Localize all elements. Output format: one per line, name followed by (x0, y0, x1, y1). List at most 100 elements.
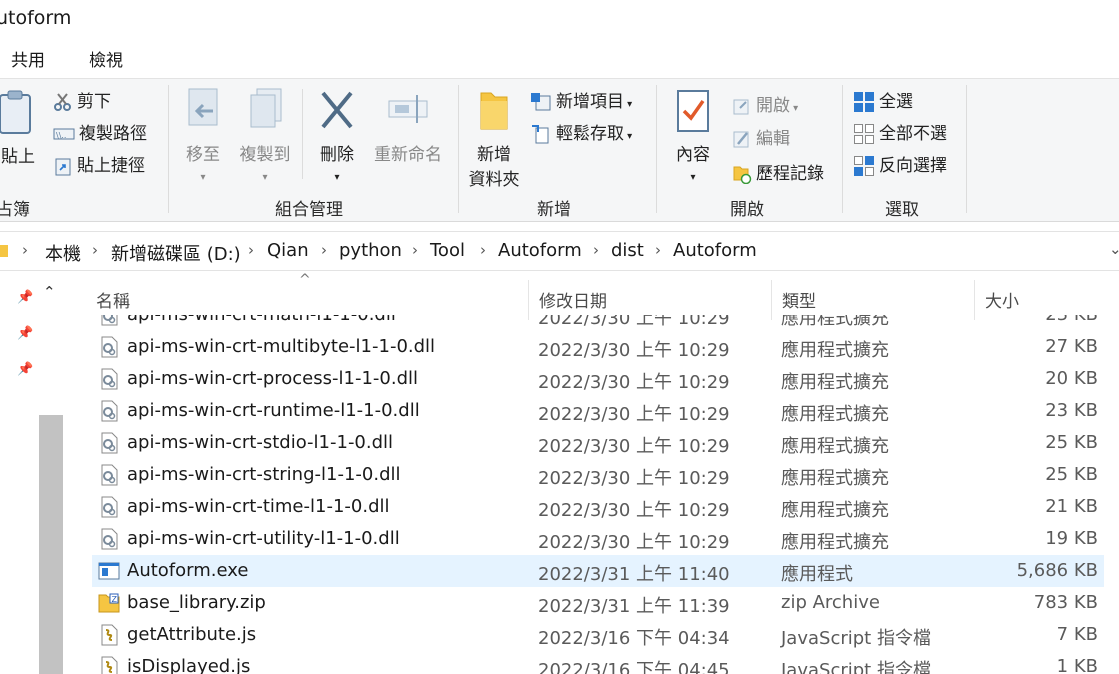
svg-text:\\..: \\.. (56, 131, 66, 140)
file-row[interactable]: api-ms-win-crt-process-l1-1-0.dll 2022/3/… (92, 363, 1104, 395)
column-divider[interactable] (771, 280, 772, 320)
easy-access-button[interactable]: 輕鬆存取 ▾ (530, 119, 632, 144)
file-date: 2022/3/31 上午 11:39 (538, 596, 730, 617)
dll-icon (98, 464, 120, 486)
file-row[interactable]: getAttribute.js 2022/3/16 下午 04:34 JavaScr… (92, 619, 1104, 651)
copy-path-button[interactable]: \\.. 複製路徑 (53, 119, 147, 144)
properties-label: 內容 (676, 145, 710, 165)
move-to-button[interactable]: 移至 ▾ (180, 87, 226, 185)
file-list: api-ms-win-crt-math-l1-1-0.dll 2022/3/30 … (92, 315, 1104, 674)
file-date: 2022/3/30 上午 10:29 (538, 532, 730, 553)
copy-to-button[interactable]: 複製到 ▾ (236, 87, 294, 185)
new-item-button[interactable]: 新增項目 ▾ (530, 87, 632, 112)
dll-icon (98, 496, 120, 518)
file-row[interactable]: api-ms-win-crt-math-l1-1-0.dll 2022/3/30 … (92, 315, 1104, 331)
properties-button[interactable]: 內容 ▾ (668, 89, 718, 185)
paste-button[interactable]: 貼上 (0, 89, 36, 167)
history-icon (733, 166, 752, 185)
breadcrumb-dist[interactable]: dist (611, 240, 644, 261)
address-bar[interactable]: › 本機 › 新增磁碟區 (D:) › Qian › python › Tool… (0, 231, 1119, 271)
easy-access-label: 輕鬆存取 (556, 124, 624, 144)
new-folder-label-2: 資料夾 (468, 170, 520, 190)
history-button[interactable]: 歷程記錄 (732, 159, 824, 185)
file-type: 應用程式擴充 (781, 340, 889, 361)
file-size: 1 KB (1056, 656, 1098, 674)
delete-label: 刪除 (320, 145, 354, 165)
breadcrumb-autoform[interactable]: Autoform (498, 240, 582, 261)
file-type: 應用程式擴充 (781, 404, 889, 425)
chevron-right-icon: › (22, 241, 28, 259)
file-size: 25 KB (1045, 432, 1098, 453)
copy-path-icon: \\.. (53, 128, 75, 140)
ribbon-divider (656, 85, 657, 213)
column-header-name[interactable]: 名稱 (96, 287, 130, 312)
chevron-right-icon: › (248, 241, 254, 259)
new-item-label: 新增項目 (556, 92, 624, 112)
pin-icon[interactable]: 📌 (17, 326, 33, 341)
column-header-size[interactable]: 大小 (985, 287, 1019, 312)
cut-button[interactable]: 剪下 (53, 87, 111, 112)
file-row[interactable]: api-ms-win-crt-time-l1-1-0.dll 2022/3/30 … (92, 491, 1104, 523)
select-none-label: 全部不選 (879, 124, 947, 144)
copy-to-label: 複製到 (239, 145, 291, 165)
breadcrumb-this-pc[interactable]: 本機 (45, 240, 81, 266)
file-type: 應用程式擴充 (781, 500, 889, 521)
breadcrumb-tool[interactable]: Tool (430, 240, 465, 261)
breadcrumb-drive-d[interactable]: 新增磁碟區 (D:) (111, 240, 241, 266)
open-button[interactable]: 開啟 ▾ (732, 91, 798, 116)
file-name: api-ms-win-crt-math-l1-1-0.dll (127, 315, 396, 325)
file-row[interactable]: api-ms-win-crt-runtime-l1-1-0.dll 2022/3/… (92, 395, 1104, 427)
delete-button[interactable]: 刪除 ▾ (314, 87, 360, 185)
breadcrumb-autoform-current[interactable]: Autoform (673, 240, 757, 261)
scroll-up-arrow-icon[interactable]: ⌃ (43, 283, 56, 301)
file-date: 2022/3/30 上午 10:29 (538, 468, 730, 489)
file-row[interactable]: api-ms-win-crt-multibyte-l1-1-0.dll 2022/… (92, 331, 1104, 363)
paste-shortcut-button[interactable]: 貼上捷徑 (53, 151, 145, 176)
file-name: api-ms-win-crt-utility-l1-1-0.dll (127, 528, 400, 549)
cut-label: 剪下 (77, 92, 111, 112)
tab-share[interactable]: 共用 (11, 46, 45, 71)
rename-label: 重新命名 (374, 145, 442, 165)
file-row[interactable]: Autoform.exe 2022/3/31 上午 11:40 應用程式 5,686 … (92, 555, 1104, 587)
nav-scrollbar[interactable]: ⌃ (38, 283, 64, 674)
new-folder-button[interactable]: 新增 資料夾 (466, 89, 522, 190)
delete-x-icon (321, 91, 353, 129)
file-date: 2022/3/16 下午 04:34 (538, 628, 730, 649)
chevron-right-icon: › (480, 241, 486, 259)
pin-icon[interactable]: 📌 (17, 362, 33, 377)
scrollbar-thumb[interactable] (39, 415, 63, 674)
chevron-right-icon: › (321, 241, 327, 259)
column-divider[interactable] (528, 280, 529, 320)
breadcrumb-python[interactable]: python (339, 240, 402, 261)
file-date: 2022/3/30 上午 10:29 (538, 340, 730, 361)
file-row[interactable]: Zbase_library.zip 2022/3/31 上午 11:39 zip A… (92, 587, 1104, 619)
file-row[interactable]: api-ms-win-crt-stdio-l1-1-0.dll 2022/3/30… (92, 427, 1104, 459)
file-row[interactable]: api-ms-win-crt-string-l1-1-0.dll 2022/3/3… (92, 459, 1104, 491)
tab-view[interactable]: 檢視 (89, 46, 123, 71)
select-none-button[interactable]: 全部不選 (853, 119, 947, 145)
file-type: 應用程式擴充 (781, 372, 889, 393)
dll-icon (98, 432, 120, 454)
window-title: utoform (0, 7, 72, 29)
select-all-button[interactable]: 全選 (853, 87, 913, 113)
dll-icon (98, 368, 120, 390)
dll-icon (98, 528, 120, 550)
open-group-label: 開啟 (730, 200, 764, 220)
pin-icon[interactable]: 📌 (17, 290, 33, 305)
file-name: api-ms-win-crt-time-l1-1-0.dll (127, 496, 390, 517)
rename-button[interactable]: 重新命名 (372, 87, 444, 165)
column-header-date[interactable]: 修改日期 (539, 287, 607, 312)
invert-selection-button[interactable]: 反向選擇 (853, 151, 947, 177)
file-row[interactable]: isDisplayed.js 2022/3/16 下午 04:45 JavaScri… (92, 651, 1104, 674)
file-date: 2022/3/30 上午 10:29 (538, 315, 730, 329)
file-row[interactable]: api-ms-win-crt-utility-l1-1-0.dll 2022/3/… (92, 523, 1104, 555)
file-name: isDisplayed.js (127, 656, 251, 674)
open-icon (733, 99, 749, 115)
chevron-down-icon[interactable]: ⌄ (1109, 240, 1119, 258)
select-none-icon (854, 124, 874, 144)
edit-button[interactable]: 編輯 (732, 124, 790, 149)
column-header-type[interactable]: 類型 (782, 287, 816, 312)
breadcrumb-qian[interactable]: Qian (267, 240, 309, 261)
column-divider[interactable] (974, 280, 975, 320)
file-name: api-ms-win-crt-process-l1-1-0.dll (127, 368, 418, 389)
